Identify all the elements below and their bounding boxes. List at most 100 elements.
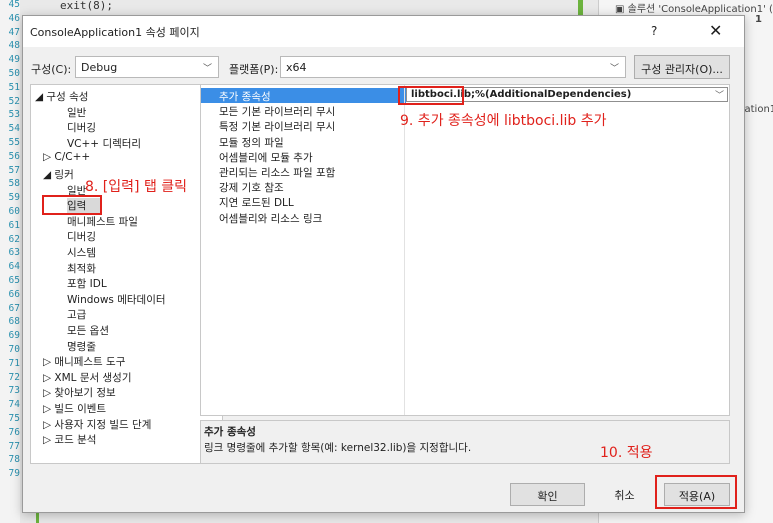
line-number: 75	[8, 413, 20, 424]
tree-item[interactable]: Windows 메타데이터	[67, 292, 166, 307]
platform-label: 플랫폼(P):	[229, 63, 279, 76]
property-name: 특정 기본 라이브러리 무시	[219, 121, 336, 134]
line-number: 52	[8, 95, 20, 107]
line-number: 69	[8, 330, 20, 342]
line-number: 56	[8, 150, 20, 162]
line-number: 48	[8, 40, 20, 52]
tree-item[interactable]: 일반	[67, 105, 86, 120]
property-row[interactable]: 어셈블리에 모듈 추가	[201, 149, 729, 164]
tree-item[interactable]: VC++ 디렉터리	[67, 136, 141, 151]
description-heading: 추가 종속성	[204, 426, 256, 438]
tree-item[interactable]: ▷ XML 문서 생성기	[43, 370, 132, 385]
platform-dropdown[interactable]: x64 ﹀	[280, 56, 626, 78]
tree-item[interactable]: ▷ 찾아보기 정보	[43, 385, 116, 400]
line-number: 59	[8, 192, 20, 204]
property-name: 어셈블리와 리소스 링크	[219, 212, 323, 225]
line-number: 65	[8, 275, 20, 286]
line-number: 51	[8, 81, 20, 93]
tree-item[interactable]: 디버깅	[67, 120, 96, 135]
line-number: 64	[8, 261, 20, 273]
tree-item[interactable]: 모든 옵션	[67, 323, 109, 338]
property-row[interactable]: 지연 로드된 DLL	[201, 194, 729, 209]
line-number: 78	[8, 454, 20, 466]
property-row[interactable]: 강제 기호 참조	[201, 179, 729, 194]
tree-item[interactable]: ▷ 빌드 이벤트	[43, 401, 106, 416]
line-number: 55	[8, 137, 20, 148]
property-name: 관리되는 리소스 파일 포함	[219, 167, 336, 179]
line-number: 66	[8, 288, 20, 300]
description-text: 링크 명령줄에 추가할 항목(예: kernel32.lib)을 지정합니다.	[204, 442, 472, 454]
line-number: 72	[8, 371, 20, 383]
tree-item[interactable]: ▷ 코드 분석	[43, 432, 96, 447]
tree-item[interactable]: ◢ 링커	[43, 167, 74, 182]
config-label: 구성(C):	[31, 63, 72, 76]
annotation-step10: 10. 적용	[600, 445, 653, 461]
line-number: 79	[8, 468, 20, 480]
property-row[interactable]: 추가 종속성	[201, 88, 406, 104]
line-number: 60	[8, 206, 20, 217]
property-tree[interactable]: ◢ 구성 속성 일반 디버깅 VC++ 디렉터리 ▷ C/C++ ◢ 링커 일반 입력 매니페스…	[30, 84, 223, 464]
line-number: 49	[8, 54, 20, 66]
line-number: 62	[8, 233, 20, 245]
platform-value: x64	[286, 61, 307, 74]
help-button[interactable]: ?	[651, 24, 657, 38]
column-divider[interactable]	[404, 85, 405, 415]
line-number: 71	[8, 357, 20, 369]
line-number: 45	[8, 0, 20, 10]
tree-item[interactable]: 매니페스트 파일	[67, 214, 138, 229]
line-number: 68	[8, 316, 20, 328]
annotation-step8: 8. [입력] 탭 클릭	[85, 179, 188, 195]
title-bar: ConsoleApplication1 속성 페이지 ? ✕	[23, 16, 744, 47]
line-number: 77	[8, 440, 20, 452]
tree-item[interactable]: ▷ 매니페스트 도구	[43, 354, 125, 369]
solution-node[interactable]: ▣ 솔루션 'ConsoleApplication1' (	[615, 0, 773, 15]
property-name: 모든 기본 라이브러리 무시	[219, 106, 336, 119]
property-name: 지연 로드된 DLL	[219, 197, 294, 210]
line-number: 63	[8, 247, 20, 259]
dialog-title: ConsoleApplication1 속성 페이지	[30, 26, 200, 39]
config-value: Debug	[81, 61, 118, 74]
tree-item[interactable]: 포함 IDL	[67, 276, 107, 291]
line-number: 70	[8, 344, 20, 355]
solution-count: 1	[755, 14, 762, 25]
chevron-down-icon: ﹀	[609, 64, 619, 74]
tree-item[interactable]: 고급	[67, 307, 86, 322]
cancel-button[interactable]: 취소	[587, 483, 662, 506]
line-number: 57	[8, 164, 20, 176]
annotation-step9: 9. 추가 종속성에 libtboci.lib 추가	[400, 113, 607, 129]
line-number: 54	[8, 123, 20, 135]
line-number: 73	[8, 385, 20, 397]
property-grid[interactable]: 어셈블리와 리소스 링크 지연 로드된 DLL 강제 기호 참조 관리되는 리소스 파…	[200, 84, 730, 416]
line-number: 53	[8, 109, 20, 121]
line-number: 67	[8, 302, 20, 314]
tree-item[interactable]: 시스템	[67, 245, 96, 260]
change-marker	[36, 512, 39, 523]
chevron-down-icon[interactable]: ﹀	[715, 88, 724, 101]
config-dropdown[interactable]: Debug ﹀	[75, 56, 219, 78]
property-name: 어셈블리에 모듈 추가	[219, 151, 313, 164]
line-number: 46	[8, 12, 20, 24]
line-number: 47	[8, 26, 20, 38]
annotation-box-input	[42, 195, 102, 215]
config-manager-button[interactable]: 구성 관리자(O)...	[634, 55, 730, 79]
line-number: 61	[8, 219, 20, 231]
property-name: 모듈 정의 파일	[219, 136, 284, 149]
property-row[interactable]: 모듈 정의 파일	[201, 134, 729, 149]
line-number: 50	[8, 68, 20, 79]
property-row[interactable]: 어셈블리와 리소스 링크	[201, 210, 729, 225]
tree-item[interactable]: 디버깅	[67, 229, 96, 244]
property-pages-dialog: ConsoleApplication1 속성 페이지 ? ✕ 구성(C): De…	[22, 15, 745, 513]
tree-item[interactable]: ▷ C/C++	[43, 151, 90, 163]
tree-item[interactable]: 명령줄	[67, 339, 96, 354]
property-row[interactable]: 관리되는 리소스 파일 포함	[201, 164, 729, 179]
property-name: 강제 기호 참조	[219, 182, 284, 195]
line-number: 74	[8, 399, 20, 411]
code-line: exit(8);	[60, 0, 113, 12]
tree-item[interactable]: 최적화	[67, 261, 96, 276]
tree-item[interactable]: ▷ 사용자 지정 빌드 단계	[43, 417, 151, 432]
property-name: 추가 종속성	[219, 91, 271, 103]
tree-item[interactable]: ◢ 구성 속성	[35, 89, 88, 104]
line-number: 76	[8, 426, 20, 438]
close-icon[interactable]: ✕	[709, 21, 722, 40]
ok-button[interactable]: 확인	[510, 483, 585, 506]
